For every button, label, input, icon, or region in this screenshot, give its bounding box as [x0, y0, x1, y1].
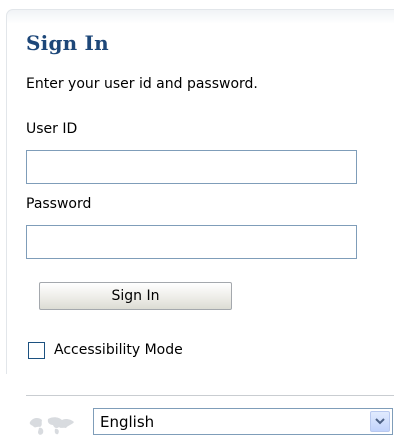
password-label: Password: [26, 196, 92, 212]
sign-in-panel: [6, 9, 394, 374]
user-id-field[interactable]: [26, 150, 357, 184]
divider: [26, 395, 394, 396]
accessibility-mode-row[interactable]: Accessibility Mode: [28, 341, 183, 359]
instructions-text: Enter your user id and password.: [26, 76, 258, 92]
chevron-down-icon[interactable]: [370, 411, 390, 432]
user-id-label: User ID: [26, 121, 78, 137]
globe-icon: [28, 414, 78, 436]
page-title: Sign In: [26, 31, 109, 55]
language-select[interactable]: English: [93, 408, 393, 435]
sign-in-button[interactable]: Sign In: [39, 282, 232, 310]
accessibility-mode-label[interactable]: Accessibility Mode: [54, 342, 183, 358]
password-field[interactable]: [26, 225, 357, 259]
language-selected-value: English: [100, 412, 155, 431]
accessibility-mode-checkbox[interactable]: [28, 341, 45, 359]
